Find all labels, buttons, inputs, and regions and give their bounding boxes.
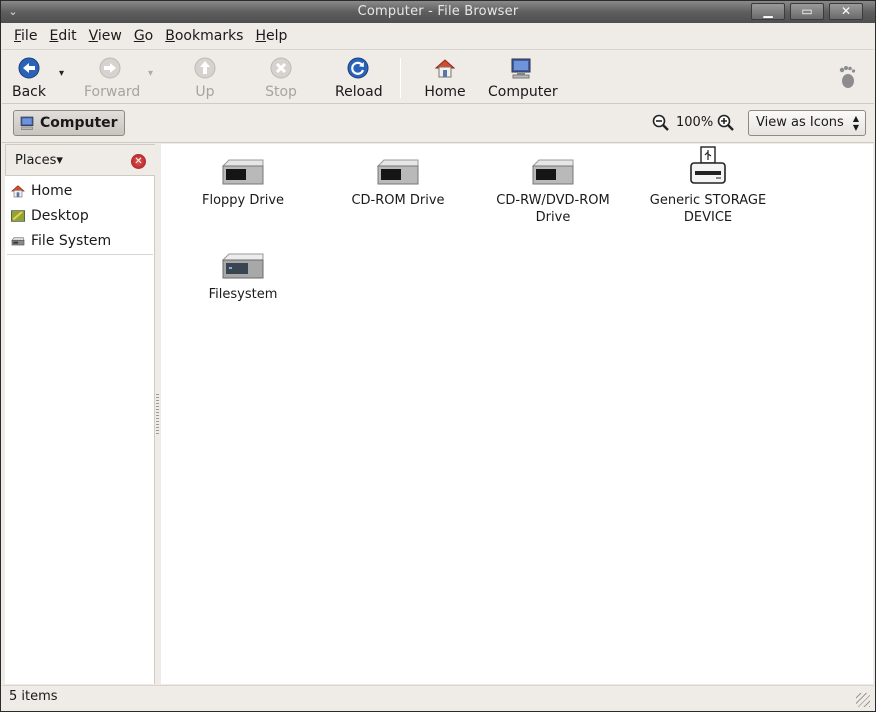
up-button[interactable]: Up [190,56,220,100]
chevron-down-icon: ▾ [56,153,63,168]
file-item-generic-storage-device[interactable]: Generic STORAGE DEVICE [638,146,778,226]
menu-bar: File Edit View Go Bookmarks Help [2,23,874,49]
title-bar[interactable]: ⌄ Computer - File Browser ▁ ▭ ✕ [1,1,875,23]
select-arrows-icon: ▲ ▼ [852,114,859,132]
file-item-floppy-drive[interactable]: Floppy Drive [173,156,313,209]
usb-storage-icon [690,146,726,184]
places-dropdown[interactable]: Places▾ [15,153,63,168]
home-icon [11,184,25,197]
file-view[interactable]: Floppy Drive CD-ROM Drive CD-RW/DVD-ROM … [161,144,873,684]
minimize-button[interactable]: ▁ [751,3,785,20]
menu-edit[interactable]: Edit [43,28,82,44]
sidebar-item-desktop[interactable]: Desktop [5,203,155,228]
places-sidebar: Places▾ ✕ Home Desktop File System [5,144,155,684]
menu-help[interactable]: Help [249,28,293,44]
status-text: 5 items [9,689,58,704]
back-history-dropdown[interactable]: ▾ [59,68,64,79]
desktop-icon [11,209,25,222]
home-button[interactable]: Home [424,56,466,100]
close-button[interactable]: ✕ [829,3,863,20]
drive-icon [531,159,574,185]
gnome-foot-throbber-icon [839,66,856,88]
menu-bookmarks[interactable]: Bookmarks [159,28,249,44]
stop-button[interactable]: Stop [264,56,298,100]
reload-icon [347,57,369,79]
drive-icon [376,159,419,185]
places-list: Home Desktop File System [5,178,155,253]
file-item-cd-rom-drive[interactable]: CD-ROM Drive [328,156,468,209]
maximize-button[interactable]: ▭ [790,3,824,20]
computer-icon [511,58,531,79]
sidebar-item-home[interactable]: Home [5,178,155,203]
zoom-level[interactable]: 100% [676,115,713,130]
forward-history-dropdown[interactable]: ▾ [148,68,153,79]
zoom-out-icon[interactable] [652,114,670,132]
view-mode-select[interactable]: View as Icons ▲ ▼ [748,110,866,136]
zoom-in-icon[interactable] [717,114,735,132]
computer-button[interactable]: Computer [488,56,558,100]
sidebar-separator [7,254,153,255]
pane-splitter-handle[interactable] [156,394,159,436]
menu-go[interactable]: Go [128,28,159,44]
forward-button[interactable]: Forward [84,56,140,100]
file-item-filesystem[interactable]: Filesystem [173,250,313,303]
status-bar: 5 items [2,685,874,711]
harddisk-icon [11,236,25,245]
forward-arrow-icon [99,57,121,79]
home-icon [434,59,456,78]
menu-view[interactable]: View [83,28,128,44]
path-button-computer[interactable]: Computer [13,110,125,136]
window-title: Computer - File Browser [357,4,519,19]
file-browser-window: ⌄ Computer - File Browser ▁ ▭ ✕ File Edi… [0,0,876,712]
back-button[interactable]: Back [12,56,46,100]
up-arrow-icon [194,57,216,79]
resize-grip-icon[interactable] [856,693,870,707]
stop-icon [270,57,292,79]
harddisk-icon [221,253,264,279]
toolbar: Back ▾ Forward ▾ Up Stop Reload Home Com… [2,49,874,104]
sidebar-item-file-system[interactable]: File System [5,228,155,253]
close-sidebar-icon[interactable]: ✕ [131,154,146,169]
back-arrow-icon [18,57,40,79]
computer-icon [20,116,34,130]
sidebar-header: Places▾ ✕ [5,144,155,176]
menu-file[interactable]: File [8,28,43,44]
window-menu-icon[interactable]: ⌄ [5,4,21,20]
file-item-cd-rw-dvd-rom-drive[interactable]: CD-RW/DVD-ROM Drive [483,156,623,226]
toolbar-separator [400,58,401,98]
location-bar: Computer 100% View as Icons ▲ ▼ [2,104,874,143]
drive-icon [221,159,264,185]
reload-button[interactable]: Reload [335,56,383,100]
